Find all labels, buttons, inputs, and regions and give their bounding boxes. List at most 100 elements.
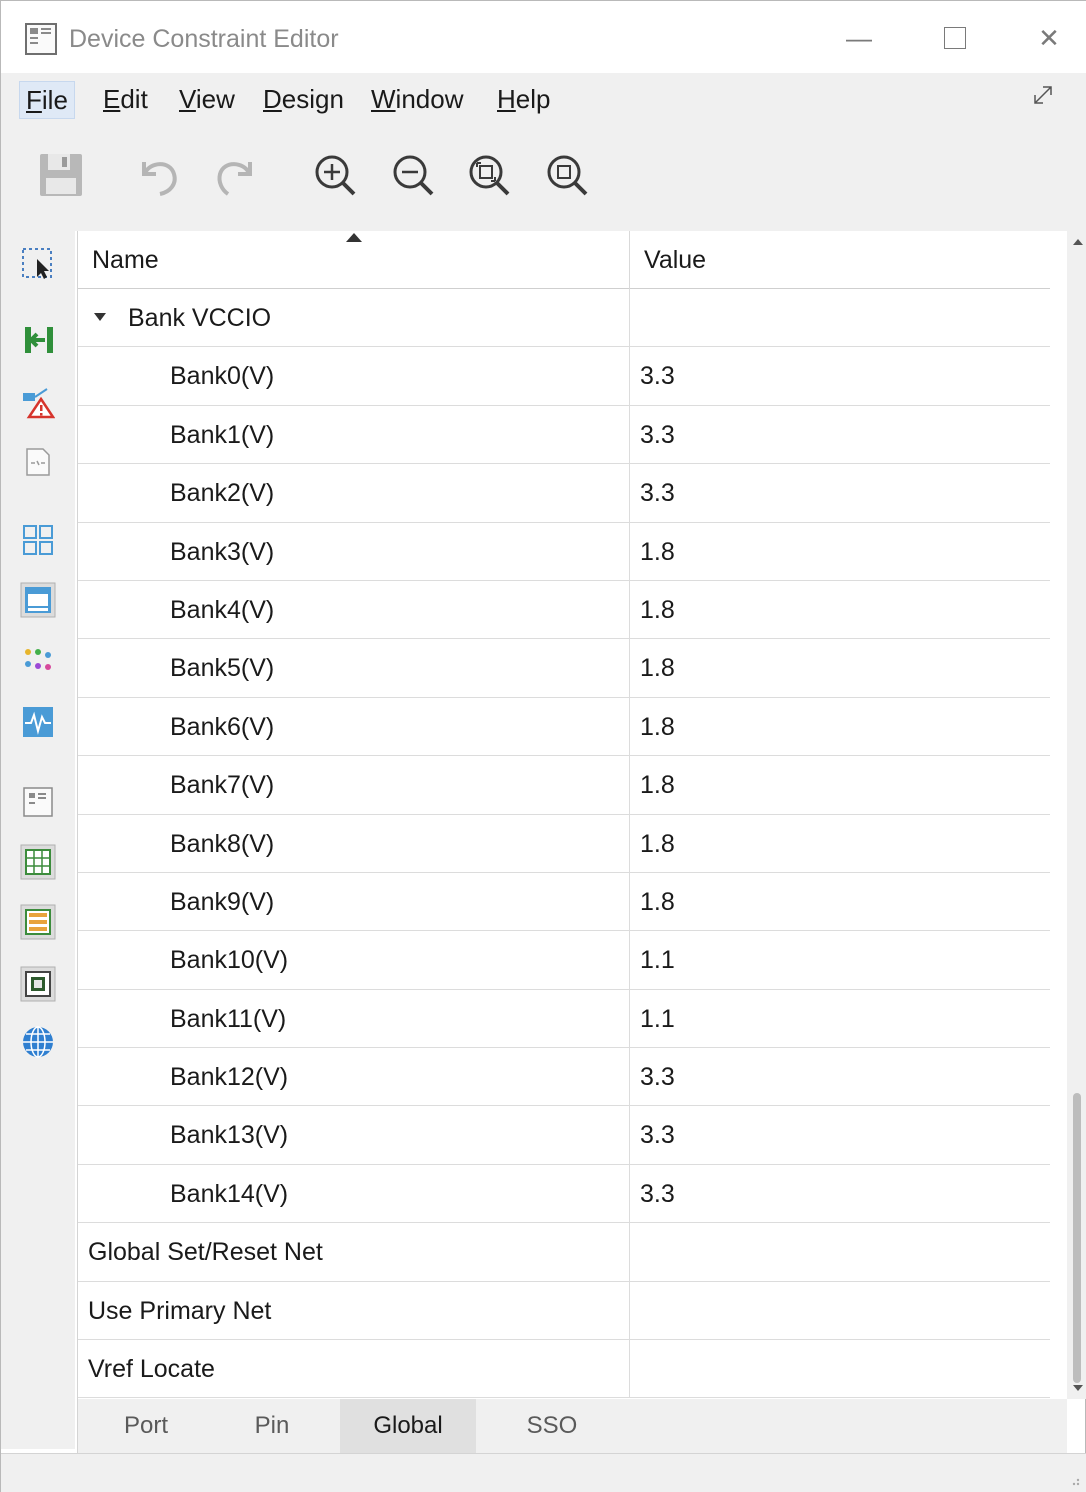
tab-sso[interactable]: SSO bbox=[484, 1399, 620, 1453]
row-name-cell: Bank6(V) bbox=[78, 697, 630, 756]
maximize-button[interactable] bbox=[925, 13, 985, 63]
row-value-cell[interactable]: 3.3 bbox=[630, 406, 1050, 463]
minimize-button[interactable]: — bbox=[829, 13, 889, 63]
select-tool-button[interactable] bbox=[19, 245, 57, 283]
table-row[interactable]: Bank10(V) 1.1 bbox=[78, 931, 1050, 990]
table-row[interactable]: Bank5(V) 1.8 bbox=[78, 639, 1050, 698]
chip-view-button[interactable] bbox=[19, 965, 57, 1003]
menu-view[interactable]: View bbox=[173, 81, 241, 119]
color-dots-button[interactable] bbox=[19, 643, 57, 681]
row-value-cell[interactable] bbox=[630, 1340, 1050, 1397]
app-icon bbox=[25, 23, 57, 55]
zoom-selection-button[interactable] bbox=[539, 147, 595, 203]
zoom-in-button[interactable] bbox=[307, 147, 363, 203]
tab-port[interactable]: Port bbox=[78, 1399, 214, 1453]
window-title: Device Constraint Editor bbox=[69, 25, 339, 53]
table-row[interactable]: Bank9(V) 1.8 bbox=[78, 872, 1050, 932]
table-row[interactable]: Bank12(V) 3.3 bbox=[78, 1048, 1050, 1107]
scroll-down-icon[interactable] bbox=[1073, 1385, 1083, 1391]
row-value-cell[interactable]: 3.3 bbox=[630, 347, 1050, 404]
menu-design[interactable]: Design bbox=[257, 81, 350, 119]
tab-global[interactable]: Global bbox=[340, 1399, 476, 1453]
table-row[interactable]: Bank0(V) 3.3 bbox=[78, 347, 1050, 406]
scrollbar-thumb[interactable] bbox=[1073, 1093, 1081, 1383]
device-view-icon bbox=[20, 582, 56, 618]
row-name-cell: Global Set/Reset Net bbox=[78, 1223, 630, 1281]
float-window-icon[interactable] bbox=[1031, 81, 1057, 107]
list-view-icon bbox=[20, 904, 56, 940]
row-value-cell[interactable]: 3.3 bbox=[630, 464, 1050, 521]
row-value-cell[interactable]: 1.8 bbox=[630, 873, 1050, 930]
port-assign-button[interactable] bbox=[19, 321, 57, 359]
table-row[interactable]: Bank13(V) 3.3 bbox=[78, 1106, 1050, 1165]
table-row[interactable]: Bank3(V) 1.8 bbox=[78, 522, 1050, 581]
row-name-cell: Bank8(V) bbox=[78, 814, 630, 872]
main-toolbar bbox=[1, 125, 1086, 231]
table-row[interactable]: Bank1(V) 3.3 bbox=[78, 405, 1050, 465]
row-value-cell[interactable]: 1.8 bbox=[630, 698, 1050, 755]
row-name-label: Bank4(V) bbox=[170, 595, 275, 624]
row-value-cell[interactable]: 1.1 bbox=[630, 990, 1050, 1047]
package-view-button[interactable] bbox=[19, 783, 57, 821]
table-view-button[interactable] bbox=[19, 843, 57, 881]
row-value-cell[interactable]: 1.8 bbox=[630, 639, 1050, 696]
row-name-label: Bank9(V) bbox=[170, 887, 275, 916]
scroll-up-icon[interactable] bbox=[1073, 239, 1083, 245]
globe-button[interactable] bbox=[19, 1023, 57, 1061]
grid-view-button[interactable] bbox=[19, 521, 57, 559]
table-row[interactable]: Global Set/Reset Net bbox=[78, 1223, 1050, 1282]
zoom-out-button[interactable] bbox=[385, 147, 441, 203]
warning-flow-icon bbox=[23, 388, 55, 419]
row-value-cell[interactable]: 1.8 bbox=[630, 523, 1050, 580]
global-constraints-table: Name Value Bank VCCIO Bank0(V) 3.3 Bank1(V)… bbox=[77, 231, 1067, 1399]
menu-window[interactable]: Window bbox=[365, 81, 469, 119]
close-button[interactable]: ✕ bbox=[1019, 13, 1079, 63]
device-view-button[interactable] bbox=[19, 581, 57, 619]
table-row[interactable]: Bank11(V) 1.1 bbox=[78, 989, 1050, 1049]
menu-help[interactable]: Help bbox=[491, 81, 556, 119]
row-value-cell[interactable]: 3.3 bbox=[630, 1048, 1050, 1105]
waveform-button[interactable] bbox=[19, 703, 57, 741]
row-value-cell[interactable]: 1.8 bbox=[630, 756, 1050, 813]
zoom-fit-button[interactable] bbox=[461, 147, 517, 203]
table-row[interactable]: Bank7(V) 1.8 bbox=[78, 756, 1050, 815]
row-name-cell: Bank7(V) bbox=[78, 756, 630, 814]
row-value-cell[interactable] bbox=[630, 1282, 1050, 1339]
undo-icon bbox=[142, 162, 177, 196]
pin-map-button[interactable] bbox=[19, 443, 57, 481]
vertical-scrollbar[interactable] bbox=[1067, 231, 1086, 1399]
tab-pin[interactable]: Pin bbox=[204, 1399, 340, 1453]
row-name-cell: Bank11(V) bbox=[78, 989, 630, 1048]
redo-button[interactable] bbox=[207, 147, 263, 203]
device-constraint-editor-window: Device Constraint Editor — ✕ File Edit V… bbox=[0, 0, 1086, 1492]
grid-view-icon bbox=[23, 525, 53, 555]
row-value-cell[interactable] bbox=[630, 1223, 1050, 1280]
table-row[interactable]: Bank4(V) 1.8 bbox=[78, 580, 1050, 640]
row-value-cell[interactable]: 3.3 bbox=[630, 1106, 1050, 1163]
row-value-cell[interactable]: 1.8 bbox=[630, 815, 1050, 872]
table-group-row[interactable]: Bank VCCIO bbox=[78, 289, 1050, 348]
row-value-cell[interactable]: 1.8 bbox=[630, 581, 1050, 638]
table-row[interactable]: Bank14(V) 3.3 bbox=[78, 1164, 1050, 1224]
row-value-cell[interactable] bbox=[630, 289, 1050, 346]
list-view-button[interactable] bbox=[19, 903, 57, 941]
menu-file[interactable]: File bbox=[19, 81, 75, 119]
table-row[interactable]: Vref Locate bbox=[78, 1340, 1050, 1399]
table-row[interactable]: Bank6(V) 1.8 bbox=[78, 697, 1050, 757]
undo-button[interactable] bbox=[131, 147, 187, 203]
warning-flow-button[interactable] bbox=[19, 383, 57, 421]
row-name-label: Bank3(V) bbox=[170, 537, 275, 566]
table-row[interactable]: Use Primary Net bbox=[78, 1281, 1050, 1341]
row-name-cell: Use Primary Net bbox=[78, 1281, 630, 1340]
save-button[interactable] bbox=[33, 147, 89, 203]
expand-caret-icon[interactable] bbox=[94, 313, 106, 322]
row-value-cell[interactable]: 3.3 bbox=[630, 1165, 1050, 1222]
table-row[interactable]: Bank8(V) 1.8 bbox=[78, 814, 1050, 873]
table-row[interactable]: Bank2(V) 3.3 bbox=[78, 464, 1050, 523]
row-name-label: Bank2(V) bbox=[170, 479, 275, 508]
row-value-cell[interactable]: 1.1 bbox=[630, 931, 1050, 988]
column-header-value[interactable]: Value bbox=[630, 231, 1050, 289]
menu-edit[interactable]: Edit bbox=[97, 81, 154, 119]
resize-grip-icon[interactable] bbox=[1067, 1473, 1081, 1487]
row-name-label: Use Primary Net bbox=[88, 1296, 272, 1325]
